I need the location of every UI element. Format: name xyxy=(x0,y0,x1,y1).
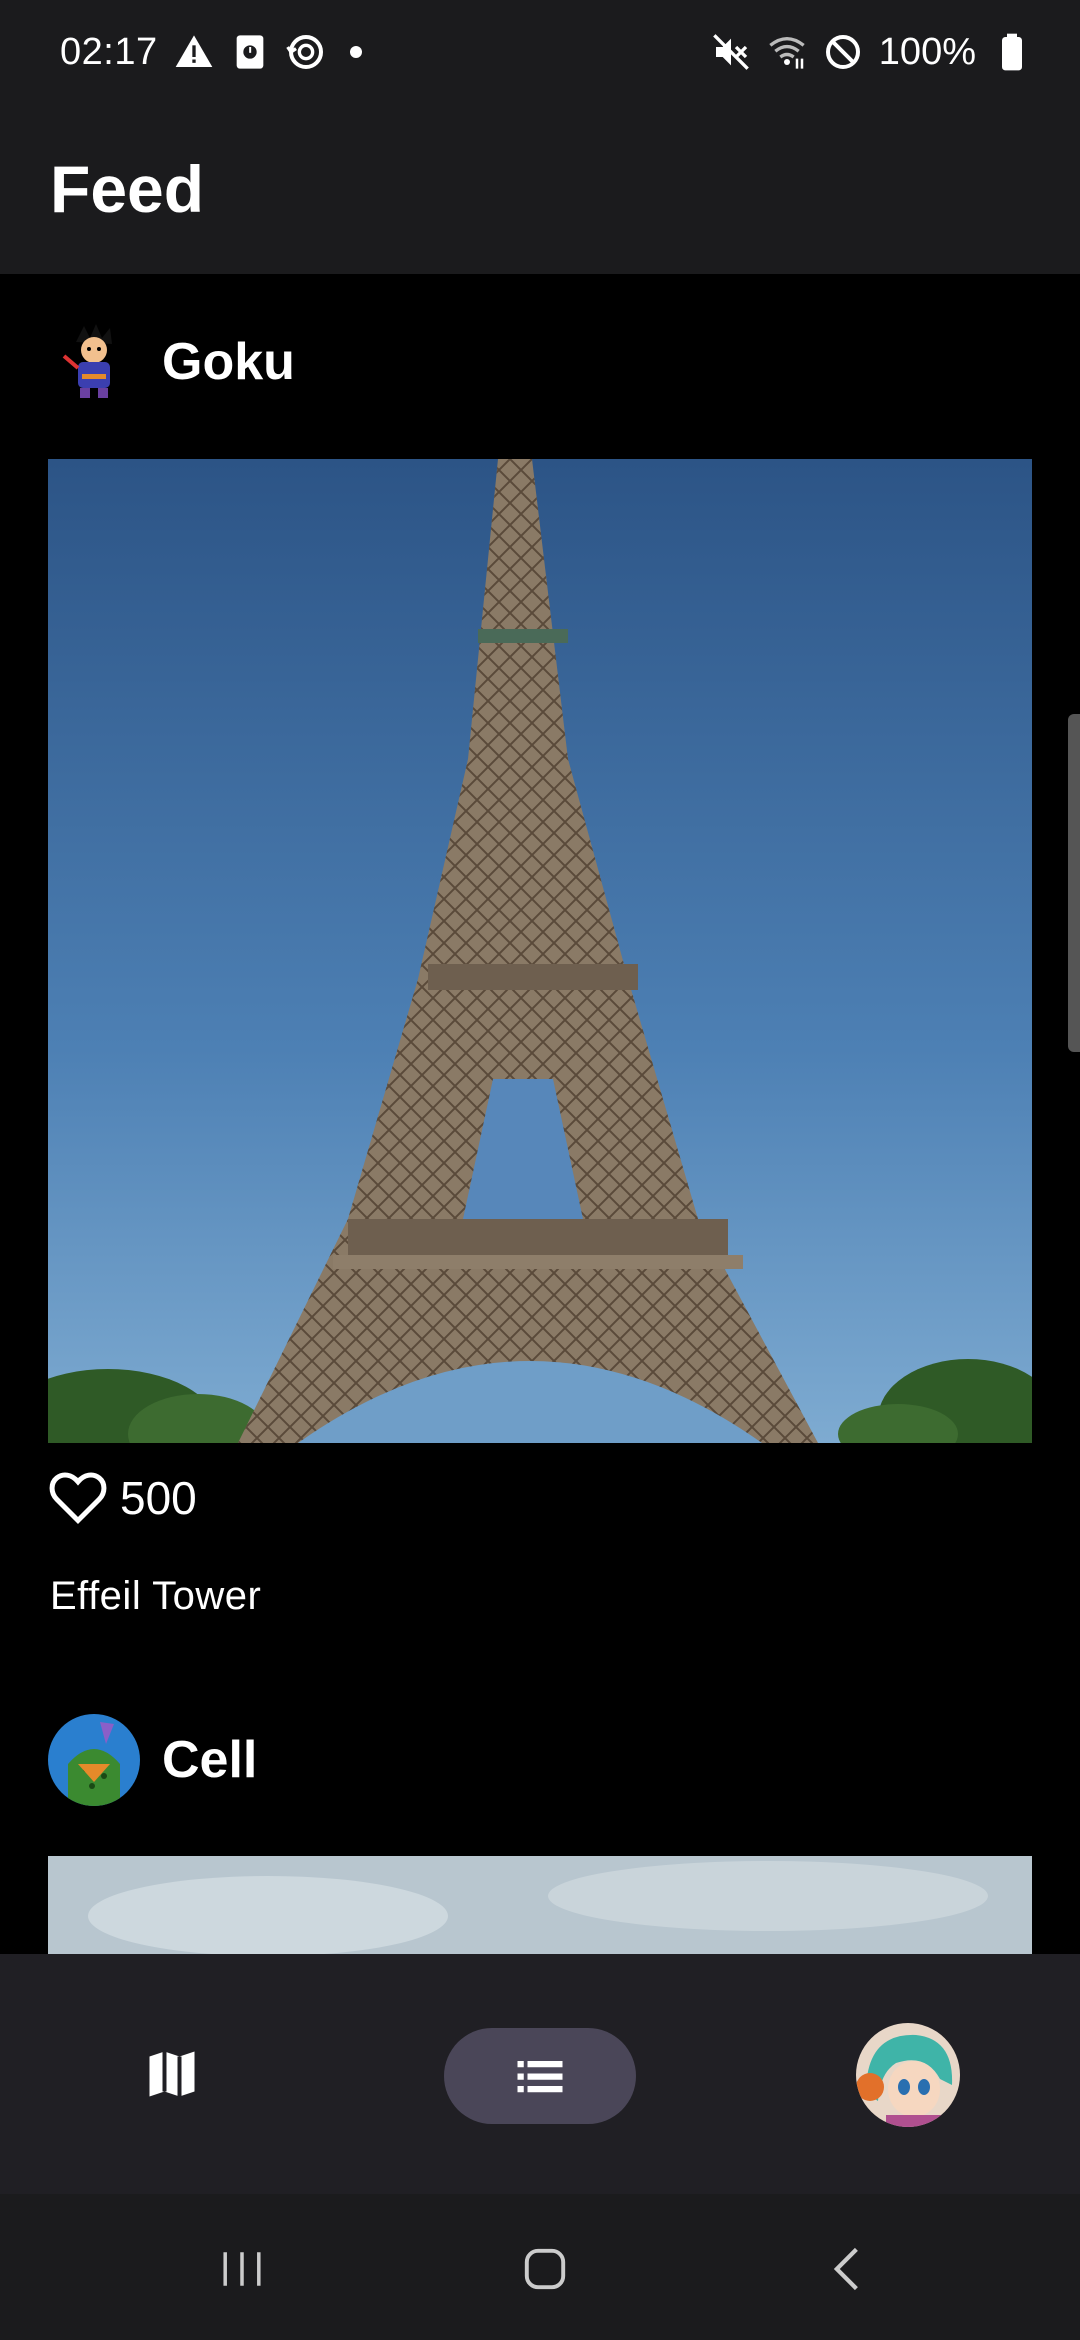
profile-avatar xyxy=(856,2023,960,2127)
post-caption: Effeil Tower xyxy=(50,1574,262,1618)
like-row: 500 xyxy=(48,1468,197,1528)
do-not-disturb-icon xyxy=(823,32,863,72)
storage-icon xyxy=(230,32,270,72)
back-icon xyxy=(833,2247,858,2291)
nav-profile-avatar[interactable] xyxy=(856,2023,960,2127)
list-icon xyxy=(517,2061,563,2093)
notification-dot xyxy=(349,46,362,58)
status-bar: 02:17 100% xyxy=(0,0,1080,104)
back-button[interactable] xyxy=(808,2234,888,2304)
sync-icon xyxy=(285,32,326,72)
mute-icon xyxy=(711,32,751,72)
heart-icon[interactable] xyxy=(48,1468,108,1528)
system-navigation-bar xyxy=(0,2194,1080,2340)
post-image[interactable] xyxy=(48,459,1032,1443)
battery-icon xyxy=(992,32,1032,72)
post-header[interactable]: Cell xyxy=(48,1714,257,1806)
username[interactable]: Cell xyxy=(162,1730,257,1790)
nav-map-button[interactable] xyxy=(112,2014,232,2134)
feed-list[interactable]: Goku 500 Effeil Tower Cell xyxy=(0,274,1080,1954)
post-header[interactable]: Goku xyxy=(48,316,295,408)
like-count: 500 xyxy=(120,1472,197,1524)
recent-apps-button[interactable] xyxy=(202,2234,282,2304)
status-right: 100% xyxy=(711,31,1032,74)
battery-percent: 100% xyxy=(878,30,976,73)
bottom-navigation xyxy=(0,1954,1080,2194)
avatar[interactable] xyxy=(48,316,140,408)
status-time: 02:17 xyxy=(60,30,158,73)
home-icon xyxy=(524,2248,566,2290)
post-image[interactable] xyxy=(48,1856,1032,1954)
home-button[interactable] xyxy=(505,2234,585,2304)
sky-photo xyxy=(48,1856,1032,1954)
nav-feed-button[interactable] xyxy=(444,2028,636,2124)
username[interactable]: Goku xyxy=(162,332,295,392)
scrollbar-handle[interactable] xyxy=(1068,714,1080,1052)
app-screen: 02:17 100% Feed Goku 500 Effeil Tower Ce… xyxy=(0,0,1080,2340)
recent-apps-icon xyxy=(223,2252,261,2286)
avatar[interactable] xyxy=(48,1714,140,1806)
page-title: Feed xyxy=(50,152,205,226)
map-icon xyxy=(149,2051,195,2097)
warning-icon xyxy=(174,32,214,72)
wifi-icon xyxy=(767,32,807,72)
eiffel-tower-photo xyxy=(48,459,1032,1443)
status-left: 02:17 xyxy=(60,31,362,74)
app-bar: Feed xyxy=(0,104,1080,274)
